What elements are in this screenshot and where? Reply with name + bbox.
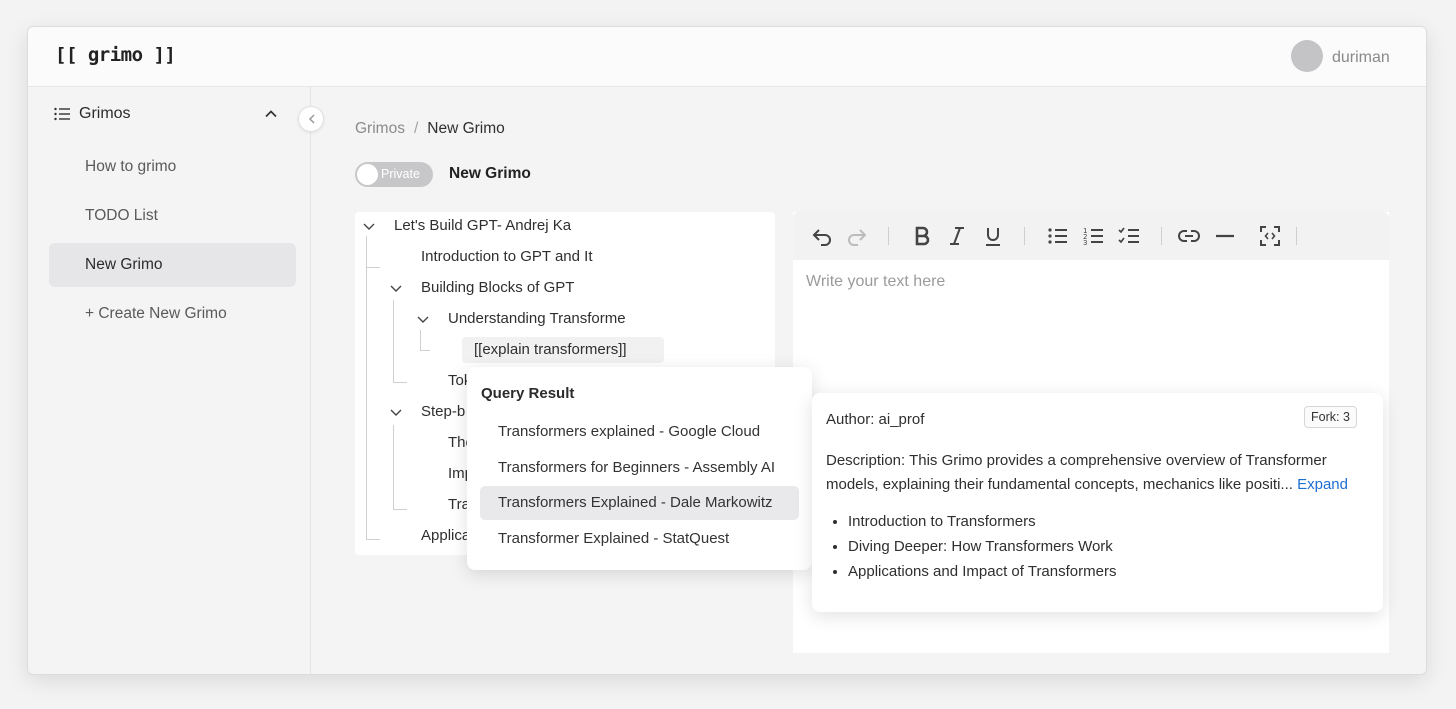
tree-line [393,425,394,509]
sidebar: Grimos How to grimo TODO List New Grimo … [28,87,311,674]
query-result-item[interactable]: Transformers Explained - Dale Markowitz [480,486,799,520]
fullscreen-icon[interactable] [1258,224,1282,248]
italic-icon[interactable] [945,224,969,248]
tree-line [366,236,367,540]
outline-list: Introduction to Transformers Diving Deep… [848,513,1116,588]
sidebar-item-how-to-grimo[interactable]: How to grimo [49,145,296,189]
grimo-detail-popup: Author: ai_prof Fork: 3 Description: Thi… [812,393,1383,612]
toggle-label: Private [381,167,420,181]
sidebar-item-new-grimo[interactable]: New Grimo [49,243,296,287]
numbered-list-icon[interactable]: 123 [1082,224,1106,248]
tree-node[interactable]: The [448,434,468,451]
query-result-popup: Query Result Transformers explained - Go… [467,367,812,570]
tree-node[interactable]: Introduction to GPT and It [421,248,599,265]
app-logo[interactable]: [[ grimo ]] [55,44,176,66]
chevron-down-icon[interactable] [417,315,429,325]
toolbar-divider [1296,227,1297,245]
query-result-item[interactable]: Transformers for Beginners - Assembly AI [480,451,799,485]
tree-node[interactable]: Imp [448,465,468,482]
query-result-item[interactable]: Transformer Explained - StatQuest [480,522,799,556]
toolbar-divider [888,227,889,245]
toolbar-divider [1024,227,1025,245]
page-title[interactable]: New Grimo [449,165,531,183]
app-window: [[ grimo ]] duriman Grimos How to grimo … [27,26,1427,675]
chevron-down-icon[interactable] [390,284,402,294]
editor-placeholder: Write your text here [806,273,946,290]
redo-icon[interactable] [845,224,869,248]
author-label: Author: ai_prof [826,411,925,428]
tree-node[interactable]: Applica [421,527,467,544]
query-result-title: Query Result [481,385,575,402]
tree-line [366,267,380,268]
fork-badge[interactable]: Fork: 3 [1304,406,1357,428]
description-text: Description: This Grimo provides a compr… [826,449,1371,497]
sidebar-section-title: Grimos [79,105,131,122]
avatar[interactable] [1291,40,1323,72]
tree-line [393,300,394,382]
tree-line [393,509,407,510]
checklist-icon[interactable] [1117,224,1141,248]
breadcrumb-current: New Grimo [427,120,505,137]
chevron-left-icon [308,114,315,124]
username[interactable]: duriman [1332,49,1390,67]
outline-item: Applications and Impact of Transformers [848,563,1116,588]
tree-node[interactable]: Understanding Transforme [448,310,626,327]
chevron-down-icon[interactable] [390,408,402,418]
expand-link[interactable]: Expand [1297,476,1348,493]
list-icon [54,107,70,121]
description-body: Description: This Grimo provides a compr… [826,452,1327,493]
tree-node[interactable]: Tok [448,372,468,389]
query-result-item[interactable]: Transformers explained - Google Cloud [480,415,799,449]
link-icon[interactable] [1177,224,1201,248]
query-input[interactable] [462,337,664,363]
sidebar-item-todo-list[interactable]: TODO List [49,194,296,238]
chevron-down-icon[interactable] [363,222,375,232]
tree-line [393,382,407,383]
collapse-sidebar-button[interactable] [298,106,324,132]
tree-line [420,330,421,351]
toggle-knob [357,164,378,185]
undo-icon[interactable] [810,224,834,248]
tree-node[interactable]: Building Blocks of GPT [421,279,621,296]
tree-line [366,539,380,540]
bold-icon[interactable] [910,224,934,248]
tree-node[interactable]: Tra [448,496,468,513]
sidebar-section-header[interactable]: Grimos [54,105,284,125]
underline-icon[interactable] [981,224,1005,248]
horizontal-rule-icon[interactable] [1213,224,1237,248]
create-new-grimo-button[interactable]: + Create New Grimo [49,292,296,336]
tree-node[interactable]: Step-b [421,403,467,420]
outline-item: Introduction to Transformers [848,513,1116,538]
outline-item: Diving Deeper: How Transformers Work [848,538,1116,563]
tree-line [420,350,430,351]
breadcrumb: Grimos / New Grimo [355,120,505,138]
bullet-list-icon[interactable] [1046,224,1070,248]
editor-toolbar: 123 [793,212,1389,260]
tree-node[interactable]: Let's Build GPT- Andrej Ka [394,217,584,234]
breadcrumb-separator: / [413,120,419,137]
visibility-toggle[interactable]: Private [355,162,433,187]
chevron-up-icon[interactable] [264,107,278,121]
top-header: [[ grimo ]] duriman [28,27,1426,87]
toolbar-divider [1161,227,1162,245]
breadcrumb-root[interactable]: Grimos [355,120,405,137]
svg-text:3: 3 [1083,239,1087,247]
